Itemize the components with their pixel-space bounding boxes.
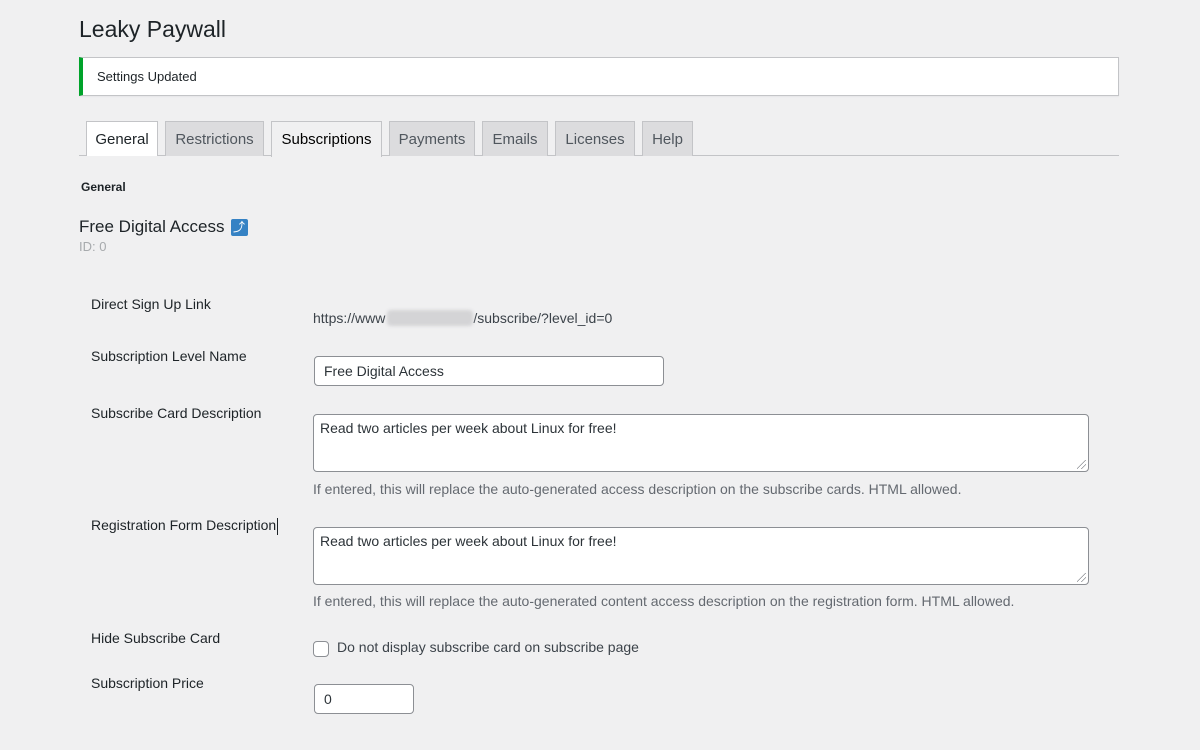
tab-restrictions[interactable]: Restrictions	[165, 121, 264, 156]
card-description-help: If entered, this will replace the auto-g…	[313, 481, 962, 497]
registration-description-label: Registration Form Description	[91, 517, 279, 535]
notice-text: Settings Updated	[97, 69, 197, 84]
tab-general[interactable]: General	[86, 121, 158, 156]
card-description-label: Subscribe Card Description	[91, 405, 262, 421]
signup-link-value: https://www/subscribe/?level_id=0	[313, 310, 612, 326]
registration-description-textarea[interactable]: Read two articles per week about Linux f…	[313, 527, 1089, 585]
tab-emails[interactable]: Emails	[482, 121, 548, 156]
tab-subscriptions[interactable]: Subscriptions	[271, 121, 382, 157]
price-input[interactable]: 0	[314, 684, 414, 714]
section-heading: General	[81, 180, 126, 194]
tab-payments[interactable]: Payments	[389, 121, 475, 156]
signup-link-suffix: /subscribe/?level_id=0	[473, 310, 613, 326]
hide-card-checkbox[interactable]	[313, 641, 329, 657]
signup-link-label: Direct Sign Up Link	[91, 296, 211, 312]
registration-description-value: Read two articles per week about Linux f…	[320, 533, 617, 549]
settings-updated-notice: Settings Updated	[79, 57, 1119, 96]
level-header: Free Digital Access ⤴	[79, 217, 248, 237]
price-label: Subscription Price	[91, 675, 204, 691]
text-cursor	[277, 517, 279, 535]
level-id: ID: 0	[79, 239, 107, 254]
edit-arrow-icon[interactable]: ⤴	[230, 218, 248, 236]
tab-licenses[interactable]: Licenses	[555, 121, 635, 156]
level-name-input[interactable]: Free Digital Access	[314, 356, 664, 386]
hide-card-checkbox-label[interactable]: Do not display subscribe card on subscri…	[337, 639, 639, 655]
tab-help[interactable]: Help	[642, 121, 693, 156]
resize-grip-icon[interactable]	[1077, 460, 1086, 469]
registration-description-label-text: Registration Form Description	[91, 517, 277, 533]
resize-grip-icon[interactable]	[1077, 573, 1086, 582]
registration-description-help: If entered, this will replace the auto-g…	[313, 593, 1015, 609]
card-description-value: Read two articles per week about Linux f…	[320, 420, 617, 436]
level-title: Free Digital Access	[79, 217, 225, 236]
settings-tabs: General Restrictions Subscriptions Payme…	[79, 121, 1119, 157]
level-name-label: Subscription Level Name	[91, 348, 247, 364]
redacted-domain	[387, 310, 474, 326]
page-title: Leaky Paywall	[79, 16, 227, 42]
card-description-textarea[interactable]: Read two articles per week about Linux f…	[313, 414, 1089, 472]
signup-link-prefix: https://www	[313, 310, 386, 326]
hide-card-label: Hide Subscribe Card	[91, 630, 221, 646]
